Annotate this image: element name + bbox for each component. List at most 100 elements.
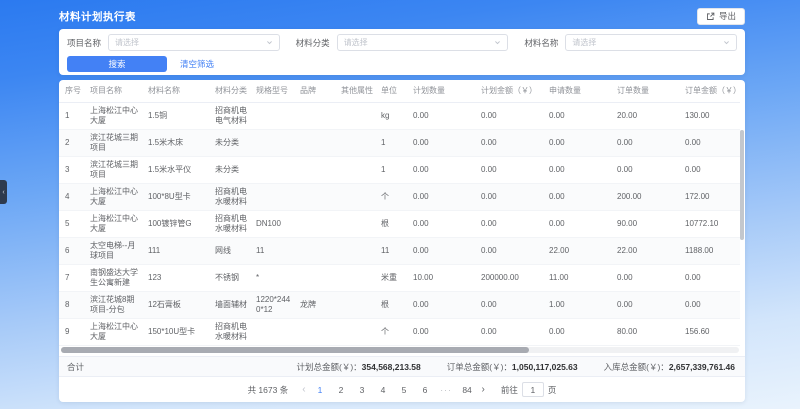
table-cell: 10772.10: [682, 211, 740, 238]
inbound-total-label: 入库总金额(￥)：: [604, 361, 669, 373]
table-cell: [338, 184, 378, 211]
filter-panel: 项目名称 请选择 材料分类 请选择 材料名称 请选择 搜索 清空筛选: [59, 29, 745, 75]
table-cell: 80.00: [614, 319, 682, 346]
horizontal-scrollbar-thumb[interactable]: [61, 347, 529, 353]
table-cell: [338, 130, 378, 157]
material-name-select[interactable]: 请选择: [565, 34, 737, 51]
page-jumper: 前往 页: [501, 382, 557, 397]
table-cell: 米重: [378, 265, 410, 292]
table-cell: 0.00: [478, 211, 546, 238]
chevron-down-icon: [723, 39, 730, 46]
table-cell: [297, 103, 338, 130]
page-button[interactable]: 84: [461, 385, 474, 395]
table-cell: [338, 238, 378, 265]
table-cell: [297, 265, 338, 292]
table-cell: 200000.00: [478, 265, 546, 292]
table-cell: 0.00: [410, 103, 478, 130]
sidebar-expand-handle[interactable]: ‹: [0, 180, 7, 204]
project-name-label: 项目名称: [67, 37, 101, 49]
table-row: 5上海松江中心大厦100镀锌管G招商机电 水暖材料DN100根0.000.000…: [59, 211, 740, 238]
clear-filter-link[interactable]: 清空筛选: [180, 58, 214, 70]
inbound-total-group: 入库总金额(￥)： 2,657,339,761.46: [604, 361, 735, 373]
table-cell: 100镀锌管G: [145, 211, 212, 238]
table-cell: [297, 184, 338, 211]
column-header: 材料分类: [212, 80, 253, 103]
table-body: 1上海松江中心大厦1.5铜招商机电 电气材料kg0.000.000.0020.0…: [59, 103, 740, 346]
material-name-label: 材料名称: [524, 37, 558, 49]
table-cell: 1: [59, 103, 87, 130]
table-row: 6太空电梯--月球项目111网线11110.000.0022.0022.0011…: [59, 238, 740, 265]
total-count: 共 1673 条: [248, 384, 289, 396]
table-cell: 太空电梯--月球项目: [87, 238, 145, 265]
table-cell: [338, 211, 378, 238]
table-cell: 172.00: [682, 184, 740, 211]
chevron-down-icon: [266, 39, 273, 46]
table-cell: 123: [145, 265, 212, 292]
table-cell: 20.00: [614, 103, 682, 130]
project-select-placeholder: 请选择: [115, 37, 139, 48]
table-row: 7南钢盛达大学生公寓新建123不锈钢*米重10.00200000.0011.00…: [59, 265, 740, 292]
table-cell: 0.00: [478, 103, 546, 130]
export-label: 导出: [719, 10, 736, 22]
search-button[interactable]: 搜索: [67, 56, 167, 72]
order-total-group: 订单总金额(￥)： 1,050,117,025.63: [447, 361, 578, 373]
page-button[interactable]: 1: [314, 385, 327, 395]
page-button[interactable]: 6: [419, 385, 432, 395]
chevron-down-icon: [494, 39, 501, 46]
table-cell: 0.00: [682, 130, 740, 157]
page-button[interactable]: 3: [356, 385, 369, 395]
table-cell: *: [253, 265, 297, 292]
jump-suffix-label: 页: [548, 384, 557, 396]
table-cell: 0.00: [614, 130, 682, 157]
table-cell: [253, 157, 297, 184]
table-cell: 11: [378, 238, 410, 265]
table-cell: 0.00: [478, 238, 546, 265]
table-cell: [297, 130, 338, 157]
filter-group-project: 项目名称 请选择: [67, 34, 280, 51]
table-cell: 上海松江中心大厦: [87, 211, 145, 238]
table-cell: [338, 103, 378, 130]
export-button[interactable]: 导出: [697, 8, 745, 25]
column-header: 订单数量: [614, 80, 682, 103]
table-cell: [338, 319, 378, 346]
project-name-select[interactable]: 请选择: [108, 34, 280, 51]
horizontal-scrollbar-track: [61, 347, 739, 353]
page-button[interactable]: 2: [335, 385, 348, 395]
page-button[interactable]: 4: [377, 385, 390, 395]
table-cell: 1.00: [546, 292, 614, 319]
planned-total-label: 计划总金额(￥)：: [296, 361, 361, 373]
table-cell: 10.00: [410, 265, 478, 292]
table-cell: 滨江花城8期项目-分包: [87, 292, 145, 319]
table-cell: 招商机电 水暖材料: [212, 184, 253, 211]
table-cell: 0.00: [546, 184, 614, 211]
material-category-select[interactable]: 请选择: [337, 34, 509, 51]
table-cell: 7: [59, 265, 87, 292]
page-jump-input[interactable]: [522, 382, 544, 397]
table-cell: 0.00: [410, 184, 478, 211]
table-cell: 个: [378, 319, 410, 346]
table-cell: 22.00: [546, 238, 614, 265]
table-cell: [253, 103, 297, 130]
summary-totals: 计划总金额(￥)： 354,568,213.58 订单总金额(￥)： 1,050…: [296, 361, 735, 373]
vertical-scrollbar-thumb[interactable]: [740, 130, 744, 240]
table-cell: [338, 157, 378, 184]
prev-page-button[interactable]: ‹: [302, 386, 305, 394]
table-row: 1上海松江中心大厦1.5铜招商机电 电气材料kg0.000.000.0020.0…: [59, 103, 740, 130]
table-cell: 4: [59, 184, 87, 211]
pager: 123456···84: [310, 385, 478, 395]
topbar: 材料计划执行表 导出: [59, 6, 745, 26]
table-row: 8滨江花城8期项目-分包12石膏板墙面辅材1220*2440*12龙牌根0.00…: [59, 292, 740, 319]
page-button[interactable]: 5: [398, 385, 411, 395]
chevron-left-icon: ‹: [2, 189, 4, 196]
table-row: 4上海松江中心大厦100*8U型卡招商机电 水暖材料个0.000.000.002…: [59, 184, 740, 211]
table-cell: 1188.00: [682, 238, 740, 265]
next-page-button[interactable]: ›: [482, 386, 485, 394]
table-cell: 9: [59, 319, 87, 346]
material-select-placeholder: 请选择: [572, 37, 596, 48]
table-cell: 上海松江中心大厦: [87, 184, 145, 211]
planned-total-value: 354,568,213.58: [362, 362, 421, 372]
table-cell: 1.5米木床: [145, 130, 212, 157]
table-cell: 0.00: [478, 319, 546, 346]
table-cell: [338, 292, 378, 319]
table-cell: 0.00: [682, 265, 740, 292]
